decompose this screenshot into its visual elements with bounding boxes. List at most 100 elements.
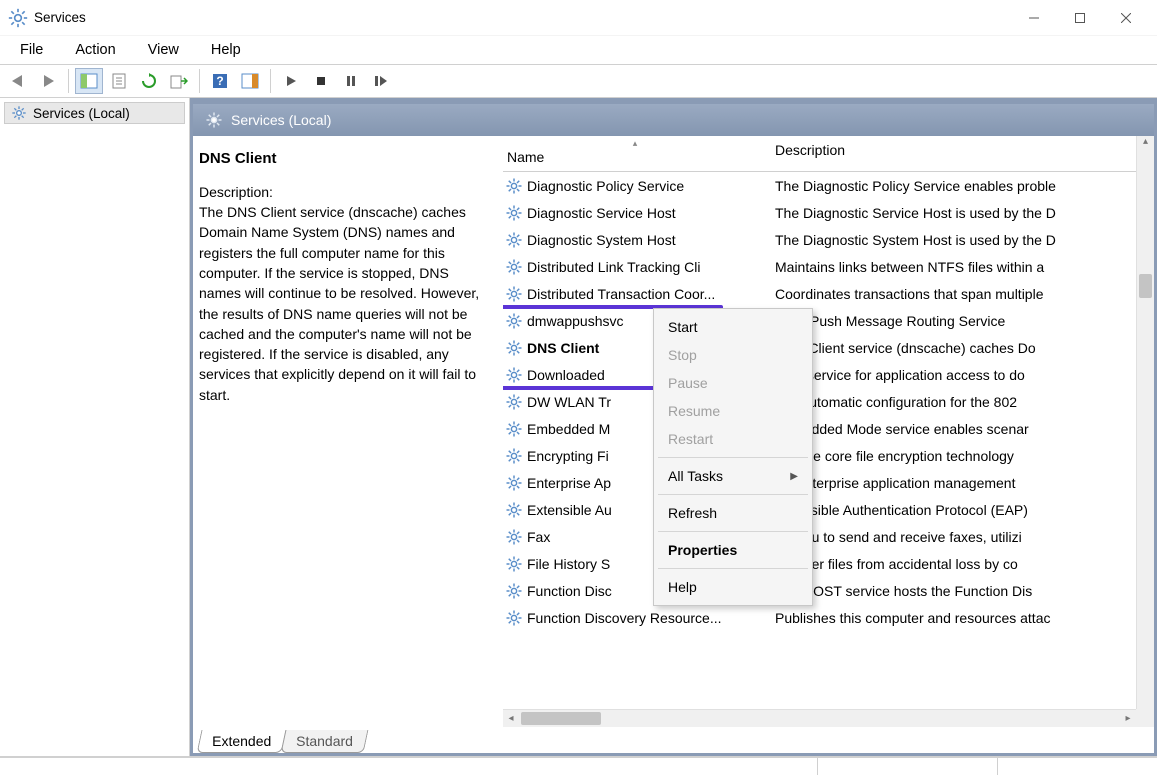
service-row[interactable]: Diagnostic Service HostThe Diagnostic Se…: [503, 199, 1154, 226]
service-desc-cell: des automatic configuration for the 802: [771, 394, 1154, 410]
scroll-up-arrow-icon[interactable]: ▴: [1137, 136, 1154, 152]
service-row[interactable]: DW WLAN Tr des automatic configuration fo…: [503, 388, 1154, 415]
service-name-text: DW WLAN Tr: [527, 394, 611, 410]
context-menu-item-restart: Restart: [654, 425, 812, 453]
menu-file[interactable]: File: [6, 38, 57, 62]
menu-bar: File Action View Help: [0, 36, 1157, 64]
minimize-button[interactable]: [1011, 3, 1057, 33]
service-name-text: Enterprise Ap: [527, 475, 611, 491]
scrollbar-corner: [1136, 709, 1154, 727]
refresh-button[interactable]: [135, 68, 163, 94]
service-row[interactable]: Faxles you to send and receive faxes, ut…: [503, 523, 1154, 550]
pane-title: Services (Local): [231, 112, 331, 128]
show-hide-action-button[interactable]: [236, 68, 264, 94]
export-button[interactable]: [165, 68, 193, 94]
gear-icon: [505, 528, 523, 546]
forward-button[interactable]: [34, 68, 62, 94]
service-desc-cell: The Diagnostic Service Host is used by t…: [771, 205, 1154, 221]
service-desc-cell: cts user files from accidental loss by c…: [771, 556, 1154, 572]
tab-extended[interactable]: Extended: [197, 730, 287, 753]
toolbar-separator: [270, 69, 271, 93]
column-header-description[interactable]: Description: [771, 136, 1154, 171]
close-button[interactable]: [1103, 3, 1149, 33]
service-row[interactable]: Enterprise Aples enterprise application …: [503, 469, 1154, 496]
tree-node-label: Services (Local): [33, 106, 130, 121]
gear-icon: [205, 111, 223, 129]
selected-service-description: The DNS Client service (dnscache) caches…: [199, 202, 493, 405]
pause-service-button[interactable]: [337, 68, 365, 94]
sort-indicator-icon: ▴: [507, 138, 763, 149]
service-row[interactable]: DNS ClientDNS Client service (dnscache) …: [503, 334, 1154, 361]
help-button[interactable]: ?: [206, 68, 234, 94]
service-name-text: Function Discovery Resource...: [527, 610, 722, 626]
context-menu-item-start[interactable]: Start: [654, 313, 812, 341]
maximize-button[interactable]: [1057, 3, 1103, 33]
gear-icon: [505, 609, 523, 627]
service-row[interactable]: dmwappushsvcWAP Push Message Routing Ser…: [503, 307, 1154, 334]
show-hide-tree-button[interactable]: [75, 68, 103, 94]
service-row[interactable]: Embedded MEmbedded Mode service enables …: [503, 415, 1154, 442]
scroll-left-arrow-icon[interactable]: ◂: [503, 710, 519, 727]
tree-node-services-local[interactable]: Services (Local): [4, 102, 185, 124]
service-name-cell: Diagnostic System Host: [503, 231, 771, 249]
service-name-cell: Distributed Link Tracking Cli: [503, 258, 771, 276]
detail-column: DNS Client Description: The DNS Client s…: [193, 136, 503, 727]
restart-service-button[interactable]: [367, 68, 395, 94]
service-name-text: File History S: [527, 556, 610, 572]
tree-pane: Services (Local): [0, 98, 190, 756]
horizontal-scrollbar[interactable]: ◂ ▸: [503, 709, 1136, 727]
service-desc-cell: lows service for application access to d…: [771, 367, 1154, 383]
service-name-text: Distributed Transaction Coor...: [527, 286, 715, 302]
service-name-text: Diagnostic Policy Service: [527, 178, 684, 194]
menu-action[interactable]: Action: [61, 38, 129, 62]
pane-body: DNS Client Description: The DNS Client s…: [193, 136, 1154, 727]
stop-service-button[interactable]: [307, 68, 335, 94]
tab-standard[interactable]: Standard: [281, 730, 369, 753]
context-menu-item-pause: Pause: [654, 369, 812, 397]
service-name-text: Encrypting Fi: [527, 448, 609, 464]
service-row[interactable]: Function Discovery Resource...Publishes …: [503, 604, 1154, 631]
service-row[interactable]: File History S cts user files from accide…: [503, 550, 1154, 577]
context-menu-item-all-tasks[interactable]: All Tasks▶: [654, 462, 812, 490]
context-menu-item-properties[interactable]: Properties: [654, 536, 812, 564]
context-menu-label: Resume: [668, 403, 720, 419]
status-bar: [0, 757, 1157, 775]
vertical-scrollbar[interactable]: ▴: [1136, 136, 1154, 709]
scroll-right-arrow-icon[interactable]: ▸: [1120, 710, 1136, 727]
service-desc-cell: Embedded Mode service enables scenar: [771, 421, 1154, 437]
right-pane: Services (Local) DNS Client Description:…: [190, 98, 1157, 756]
column-header-name[interactable]: ▴ Name: [503, 136, 771, 171]
context-menu-label: Pause: [668, 375, 708, 391]
service-desc-cell: WAP Push Message Routing Service: [771, 313, 1154, 329]
context-menu-item-help[interactable]: Help: [654, 573, 812, 601]
workspace: Services (Local) Services (Local) DNS Cl…: [0, 98, 1157, 757]
toolbar: ?: [0, 64, 1157, 98]
menu-help[interactable]: Help: [197, 38, 255, 62]
menu-view[interactable]: View: [134, 38, 193, 62]
scroll-thumb[interactable]: [521, 712, 601, 725]
start-service-button[interactable]: [277, 68, 305, 94]
context-menu-item-refresh[interactable]: Refresh: [654, 499, 812, 527]
service-row[interactable]: Distributed Transaction Coor...Coordinat…: [503, 280, 1154, 307]
properties-button[interactable]: [105, 68, 133, 94]
service-row[interactable]: Diagnostic System HostThe Diagnostic Sys…: [503, 226, 1154, 253]
window-title: Services: [34, 10, 1011, 25]
service-row[interactable]: Function DiscFDPHOST service hosts the F…: [503, 577, 1154, 604]
back-button[interactable]: [4, 68, 32, 94]
context-menu-separator: [658, 494, 808, 495]
gear-icon: [505, 258, 523, 276]
gear-icon: [505, 447, 523, 465]
service-name-cell: Diagnostic Service Host: [503, 204, 771, 222]
context-menu-label: Properties: [668, 542, 737, 558]
service-row[interactable]: Extensible AuExtensible Authentication P…: [503, 496, 1154, 523]
submenu-arrow-icon: ▶: [790, 471, 798, 482]
service-name-text: Fax: [527, 529, 550, 545]
window-controls: [1011, 3, 1149, 33]
service-row[interactable]: Encrypting Fides the core file encryptio…: [503, 442, 1154, 469]
service-row[interactable]: Downloadedlows service for application a…: [503, 361, 1154, 388]
service-row[interactable]: Diagnostic Policy ServiceThe Diagnostic …: [503, 172, 1154, 199]
scroll-thumb[interactable]: [1139, 274, 1152, 298]
service-rows[interactable]: Diagnostic Policy Service The Diagnostic …: [503, 172, 1154, 727]
column-headers: ▴ Name Description: [503, 136, 1154, 172]
service-row[interactable]: Distributed Link Tracking CliMaintains l…: [503, 253, 1154, 280]
